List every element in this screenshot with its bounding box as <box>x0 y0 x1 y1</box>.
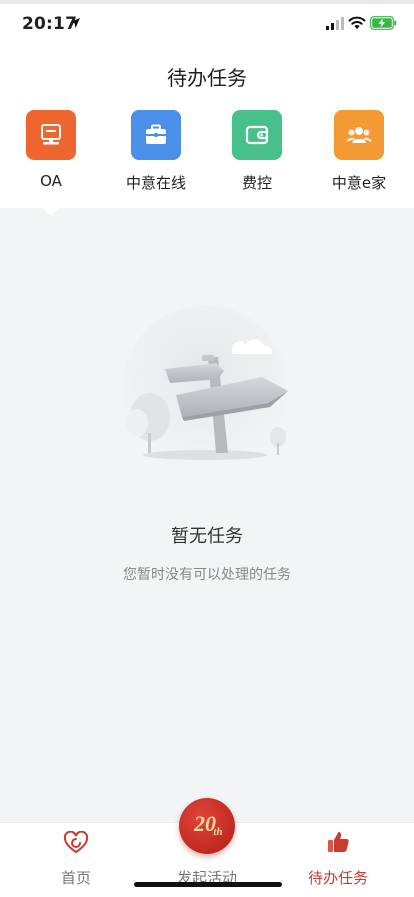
app-label-oa: OA <box>40 172 62 190</box>
thumbs-up-icon <box>328 832 349 852</box>
tab-home[interactable]: 首页 <box>7 823 145 897</box>
location-arrow-icon <box>70 18 80 28</box>
top-divider <box>0 0 414 4</box>
home-indicator <box>134 882 282 887</box>
empty-state-description: 您暂时没有可以处理的任务 <box>123 567 291 583</box>
app-zhongyi-ehome[interactable]: 中意e家 <box>309 110 409 193</box>
signal-icon <box>326 17 344 30</box>
tab-pending-tasks-label: 待办任务 <box>307 869 368 887</box>
app-shortcuts: OA 中意在线 费控 中意e家 <box>0 100 414 208</box>
briefcase-icon <box>146 124 166 144</box>
status-bar: 20:17 <box>0 0 414 48</box>
monitor-icon <box>41 124 61 145</box>
app-tile-zhongyi-online[interactable] <box>131 110 181 160</box>
tab-home-label: 首页 <box>60 869 91 887</box>
app-tile-oa[interactable] <box>26 110 76 160</box>
app-oa[interactable]: OA <box>1 110 101 190</box>
page-header: 待办任务 <box>0 48 414 100</box>
selected-app-pointer <box>43 208 59 216</box>
battery-charging-icon <box>370 16 397 30</box>
wifi-icon <box>348 16 366 29</box>
app-expense-control[interactable]: 费控 <box>207 110 307 193</box>
wallet-icon <box>245 125 269 145</box>
tab-pending-tasks[interactable]: 待办任务 <box>269 823 407 897</box>
empty-state-title: 暂无任务 <box>171 526 243 547</box>
app-tile-expense-control[interactable] <box>232 110 282 160</box>
people-icon <box>346 127 372 143</box>
launch-activity-badge[interactable]: 20 th <box>179 798 235 854</box>
app-label-zhongyi-ehome: 中意e家 <box>331 174 387 192</box>
app-tile-zhongyi-ehome[interactable] <box>334 110 384 160</box>
app-label-expense-control: 费控 <box>241 174 272 192</box>
app-label-zhongyi-online: 中意在线 <box>125 174 186 192</box>
badge-suffix: th <box>213 826 222 838</box>
anniversary-20th-icon: 20 th <box>193 811 223 838</box>
app-zhongyi-online[interactable]: 中意在线 <box>106 110 206 193</box>
home-heart-icon <box>63 831 89 854</box>
page-title: 待办任务 <box>167 66 247 90</box>
empty-signpost-illustration <box>123 305 288 469</box>
